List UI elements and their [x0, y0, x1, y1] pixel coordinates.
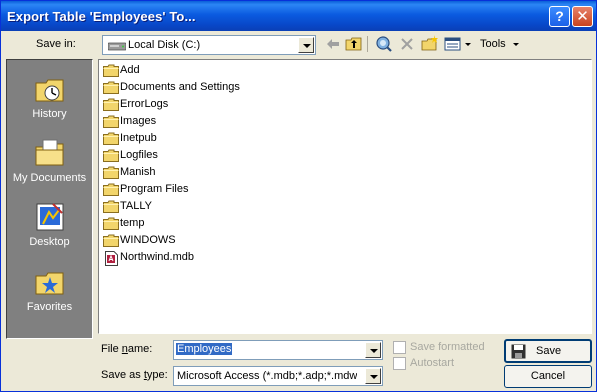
file-name: Program Files — [120, 183, 189, 195]
tools-menu[interactable]: Tools — [480, 38, 519, 50]
save-disk-icon — [511, 344, 526, 367]
export-dialog: Export Table 'Employees' To... ? ✕ Save … — [0, 0, 597, 392]
file-name: TALLY — [120, 200, 152, 212]
file-name: ErrorLogs — [120, 98, 169, 110]
chevron-down-icon[interactable] — [298, 37, 314, 53]
help-button[interactable]: ? — [549, 6, 570, 27]
save-button-label: Save — [536, 345, 562, 357]
file-name-input[interactable]: Employees — [173, 340, 383, 360]
save-in-label: Save in: — [36, 38, 76, 50]
folder-icon — [103, 98, 119, 111]
folder-icon — [103, 217, 119, 230]
save-formatted-label: Save formatted — [410, 341, 485, 353]
file-list[interactable]: Add Documents and Settings ErrorLogs Ima… — [98, 59, 592, 334]
file-name: Northwind.mdb — [120, 251, 194, 263]
save-as-type-value: Microsoft Access (*.mdb;*.adp;*.mdw; — [177, 370, 357, 382]
autostart-label: Autostart — [410, 357, 455, 369]
save-in-dropdown[interactable]: Local Disk (C:) — [102, 35, 316, 55]
file-name: temp — [120, 217, 145, 229]
search-web-icon[interactable] — [373, 34, 395, 54]
folder-icon — [103, 149, 119, 162]
cancel-button[interactable]: Cancel — [504, 365, 592, 388]
folder-icon — [103, 183, 119, 196]
places-desktop[interactable]: Desktop — [7, 200, 92, 248]
file-name-label: File name: — [101, 343, 153, 355]
up-one-level-icon[interactable] — [343, 34, 365, 54]
chevron-down-icon — [512, 42, 519, 46]
save-as-type-dropdown[interactable]: Microsoft Access (*.mdb;*.adp;*.mdw; — [173, 366, 383, 386]
file-name: Add — [120, 64, 140, 76]
autostart-checkbox[interactable] — [393, 357, 406, 370]
folder-icon — [103, 166, 119, 179]
chevron-down-icon[interactable] — [365, 342, 381, 358]
file-name: WINDOWS — [120, 234, 176, 246]
folder-icon — [103, 81, 119, 94]
my-documents-icon — [33, 136, 67, 170]
views-menu-icon[interactable] — [442, 34, 476, 54]
new-folder-icon[interactable] — [419, 34, 441, 54]
file-name: Images — [120, 115, 157, 127]
places-favorites-label: Favorites — [26, 301, 73, 313]
chevron-down-icon[interactable] — [365, 368, 381, 384]
delete-icon[interactable] — [396, 34, 418, 54]
cancel-button-label: Cancel — [530, 370, 566, 382]
toolbar-divider — [367, 36, 368, 52]
save-formatted-checkbox[interactable] — [393, 341, 406, 354]
back-arrow-icon[interactable] — [322, 34, 344, 54]
save-button[interactable]: Save — [504, 339, 592, 363]
save-in-value: Local Disk (C:) — [128, 39, 201, 51]
file-name: Documents and Settings — [120, 81, 240, 93]
tools-menu-label: Tools — [480, 38, 506, 50]
access-database-icon — [103, 251, 119, 266]
close-button[interactable]: ✕ — [572, 6, 593, 27]
places-history-label: History — [32, 108, 67, 120]
folder-icon — [103, 115, 119, 128]
folder-icon — [103, 234, 119, 247]
file-name-value: Employees — [176, 343, 233, 355]
places-my-documents[interactable]: My Documents — [7, 136, 92, 184]
file-name: Logfiles — [120, 149, 158, 161]
file-name: Manish — [120, 166, 156, 178]
file-name: Inetpub — [120, 132, 157, 144]
title-bar[interactable]: Export Table 'Employees' To... ? ✕ — [1, 1, 596, 31]
places-desktop-label: Desktop — [29, 236, 70, 248]
folder-icon — [103, 200, 119, 213]
places-favorites[interactable]: Favorites — [7, 265, 92, 313]
places-bar: History My Documents Desktop Favorites — [6, 59, 93, 339]
places-my-documents-label: My Documents — [12, 172, 87, 184]
desktop-icon — [33, 200, 67, 234]
folder-icon — [103, 132, 119, 145]
places-history[interactable]: History — [7, 72, 92, 120]
folder-icon — [103, 64, 119, 77]
save-as-type-label: Save as type: — [101, 369, 168, 381]
window-title: Export Table 'Employees' To... — [7, 9, 196, 24]
history-icon — [33, 72, 67, 106]
local-disk-icon — [107, 41, 127, 54]
favorites-icon — [33, 265, 67, 299]
